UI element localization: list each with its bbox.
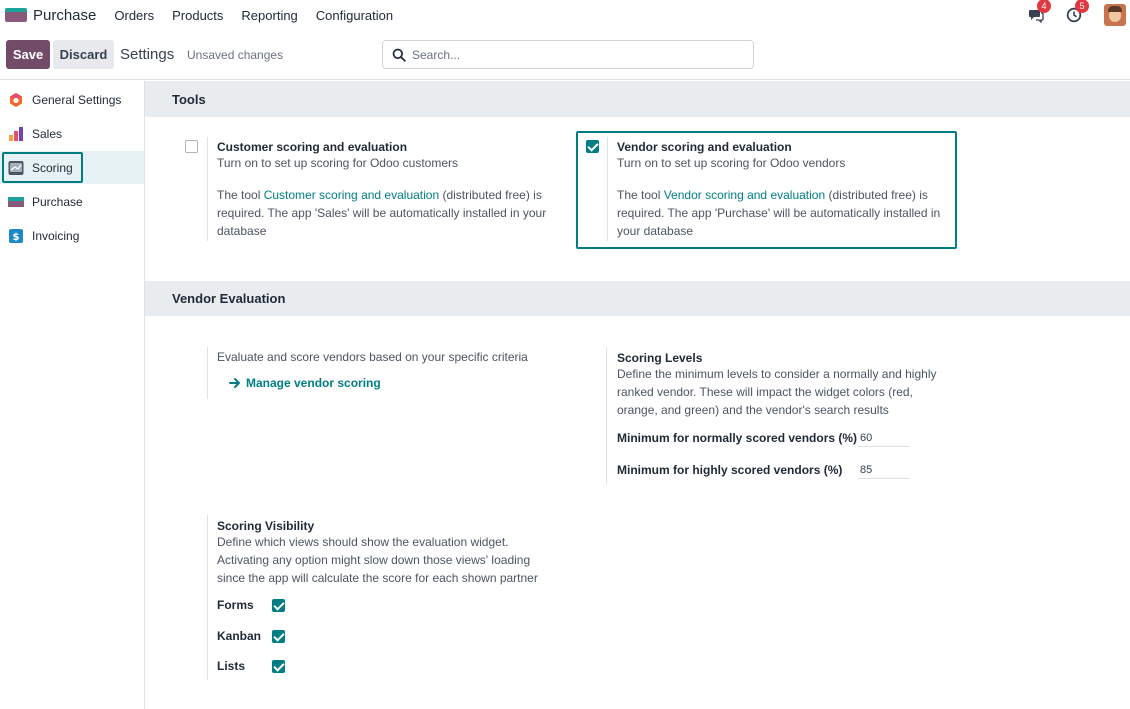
sidebar-item-label: Purchase [32, 194, 83, 209]
manage-vendor-scoring-link[interactable]: Manage vendor scoring [229, 376, 381, 390]
section-header-vendor-evaluation: Vendor Evaluation [145, 281, 1130, 316]
setting-title: Scoring Visibility [217, 519, 315, 533]
setting-subtitle: Turn on to set up scoring for Odoo custo… [217, 156, 459, 170]
menu-configuration[interactable]: Configuration [316, 8, 393, 23]
sidebar-item-scoring[interactable]: Scoring [0, 151, 144, 184]
setting-text: since the app will calculate the score f… [217, 571, 538, 585]
setting-text: Define the minimum levels to consider a … [617, 367, 937, 381]
settings-sidebar: General Settings Sales Scoring Purchase … [0, 81, 145, 709]
setting-text: Activating any option might slow down th… [217, 553, 531, 567]
purchase-icon [8, 194, 24, 210]
sidebar-item-label: Sales [32, 126, 63, 141]
normal-score-input[interactable] [858, 429, 910, 447]
activities-clock-icon[interactable]: 5 [1066, 0, 1089, 23]
arrow-right-icon [229, 378, 240, 388]
vendor-scoring-module-link[interactable]: Vendor scoring and evaluation [664, 188, 825, 202]
activities-badge: 5 [1075, 0, 1089, 13]
menu-orders[interactable]: Orders [114, 8, 154, 23]
main-menu: Orders Products Reporting Configuration [114, 8, 411, 23]
normal-score-field: Minimum for normally scored vendors (%) [617, 429, 917, 447]
invoicing-icon: $ [8, 228, 24, 244]
setting-scoring-levels: Scoring Levels Define the minimum levels… [606, 347, 951, 484]
setting-text: (distributed free) is [439, 188, 542, 202]
visibility-option-lists: Lists [217, 658, 245, 674]
setting-text: Define which views should show the evalu… [217, 535, 509, 549]
sidebar-item-sales[interactable]: Sales [0, 117, 144, 150]
discard-button[interactable]: Discard [53, 40, 114, 69]
option-label: Lists [217, 659, 246, 673]
high-score-field: Minimum for highly scored vendors (%) [617, 461, 917, 479]
section-header-tools: Tools [145, 81, 1130, 117]
sales-icon [8, 126, 24, 142]
setting-text: your database [617, 224, 694, 238]
setting-title: Scoring Levels [617, 351, 703, 365]
user-avatar[interactable] [1104, 4, 1126, 26]
systray: 4 5 [1028, 0, 1130, 30]
setting-description: Evaluate and score vendors based on your… [217, 350, 528, 364]
forms-checkbox[interactable] [272, 599, 285, 612]
messages-icon[interactable]: 4 [1028, 0, 1051, 24]
setting-title: Vendor scoring and evaluation [617, 140, 792, 154]
field-label: Minimum for normally scored vendors (%) [617, 431, 858, 445]
option-label: Forms [217, 598, 254, 612]
menu-reporting[interactable]: Reporting [241, 8, 297, 23]
search-icon [392, 48, 406, 62]
setting-text: The tool [617, 188, 664, 202]
sidebar-item-invoicing[interactable]: $ Invoicing [0, 219, 144, 252]
visibility-option-kanban: Kanban [217, 628, 261, 644]
sidebar-item-general-settings[interactable]: General Settings [0, 83, 144, 116]
setting-text: required. The app 'Purchase' will be aut… [617, 206, 941, 220]
vendor-scoring-checkbox[interactable] [586, 140, 599, 153]
messages-badge: 4 [1037, 0, 1051, 13]
high-score-input[interactable] [858, 461, 910, 479]
save-button[interactable]: Save [6, 40, 50, 69]
field-label: Minimum for highly scored vendors (%) [617, 463, 843, 477]
scoring-icon [8, 160, 24, 176]
settings-content: Tools Customer scoring and evaluation Tu… [145, 81, 1130, 709]
visibility-option-forms: Forms [217, 597, 254, 613]
setting-customer-scoring: Customer scoring and evaluation Turn on … [207, 137, 567, 241]
section-title: Vendor Evaluation [172, 291, 286, 306]
svg-text:$: $ [13, 232, 20, 243]
setting-manage-vendor-scoring: Evaluate and score vendors based on your… [207, 347, 567, 399]
setting-title: Customer scoring and evaluation [217, 140, 408, 154]
app-brand[interactable]: Purchase [5, 0, 96, 30]
customer-scoring-checkbox[interactable] [185, 140, 198, 153]
purchase-app-icon [5, 8, 27, 22]
setting-text: ranked vendor. These will impact the wid… [617, 385, 913, 399]
lists-checkbox[interactable] [272, 660, 285, 673]
setting-vendor-scoring: Vendor scoring and evaluation Turn on to… [607, 137, 952, 241]
setting-subtitle: Turn on to set up scoring for Odoo vendo… [617, 156, 846, 170]
app-name[interactable]: Purchase [33, 7, 96, 24]
setting-scoring-visibility: Scoring Visibility Define which views sh… [207, 515, 567, 680]
unsaved-changes-indicator: Unsaved changes [187, 48, 284, 62]
sidebar-item-label: General Settings [32, 92, 122, 107]
section-title: Tools [172, 92, 206, 107]
manage-link-label[interactable]: Manage vendor scoring [246, 376, 381, 390]
customer-scoring-module-link[interactable]: Customer scoring and evaluation [264, 188, 439, 202]
control-panel: Save Discard Settings Unsaved changes [0, 30, 1130, 80]
odoo-icon [8, 92, 24, 108]
sidebar-item-purchase[interactable]: Purchase [0, 185, 144, 218]
setting-text: orange, and green) and the vendor's sear… [617, 403, 889, 417]
setting-text: required. The app 'Sales' will be automa… [217, 206, 547, 220]
sidebar-item-label: Invoicing [32, 228, 80, 243]
search-input[interactable] [412, 47, 732, 62]
menu-products[interactable]: Products [172, 8, 223, 23]
setting-text: (distributed free) is [825, 188, 928, 202]
page-title: Settings [120, 46, 175, 63]
setting-text: database [217, 224, 267, 238]
top-navbar: Purchase Orders Products Reporting Confi… [0, 0, 1130, 30]
search-bar[interactable] [382, 40, 754, 69]
kanban-checkbox[interactable] [272, 630, 285, 643]
setting-text: The tool [217, 188, 264, 202]
option-label: Kanban [217, 629, 262, 643]
